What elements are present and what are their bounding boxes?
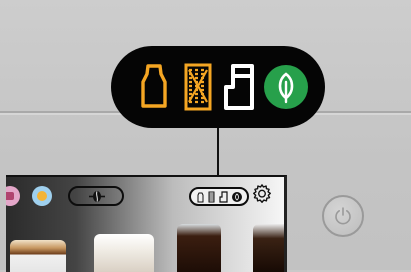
power-icon (335, 207, 351, 225)
drink-iced-coffee[interactable] (177, 224, 221, 272)
favorite-drink-sun[interactable] (32, 186, 52, 206)
drink-cappuccino[interactable] (94, 234, 154, 272)
water-tank-icon (219, 62, 259, 112)
callout-connector (217, 128, 219, 180)
gear-icon[interactable] (251, 183, 273, 205)
display-top-bar (6, 177, 284, 214)
bean-selector-button[interactable] (68, 186, 124, 206)
favorite-drink-pink[interactable] (6, 186, 20, 206)
status-mini-button[interactable] (189, 187, 249, 206)
drink-espresso[interactable] (10, 240, 66, 272)
drink-coffee-glass[interactable] (253, 224, 284, 272)
power-button[interactable] (322, 195, 364, 237)
touch-display (6, 175, 287, 272)
filter-cartridge-icon (178, 62, 218, 112)
eco-leaf-icon (263, 64, 309, 110)
coffee-bean-icon (89, 191, 105, 202)
milk-carton-icon (134, 62, 174, 112)
status-indicator-panel (111, 46, 325, 128)
